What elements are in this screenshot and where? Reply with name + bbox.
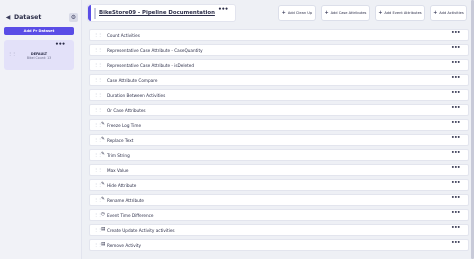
step-row[interactable]: ⋮⋮ ✎ Trim String ••• — [89, 149, 469, 161]
plus-icon: + — [433, 10, 438, 16]
chart-icon: ▤ — [101, 242, 106, 247]
pipeline-steps-list: ⋮⋮ Count Activities ••• ⋮⋮ Representative C… — [89, 29, 469, 254]
add-dataset-button[interactable]: Add Pr Dataset — [4, 27, 74, 35]
step-row[interactable]: ⋮⋮ ▤ Remove Activity ••• — [89, 239, 469, 251]
add-clean-up-label: Add Clean Up — [287, 11, 313, 15]
step-menu-button[interactable]: ••• — [451, 30, 460, 36]
plus-icon: + — [378, 10, 383, 16]
dataset-sidebar: ◀ Dataset ⚙ Add Pr Dataset ⋮⋮ ••• DEFAUL… — [0, 0, 82, 259]
step-row[interactable]: ⋮⋮ ✎ Rename Attribute ••• — [89, 194, 469, 206]
step-menu-button[interactable]: ••• — [451, 240, 460, 246]
drag-handle-icon[interactable]: ⋮⋮ — [94, 47, 102, 52]
step-label: Create Update Activity activities — [107, 228, 175, 233]
step-menu-button[interactable]: ••• — [451, 150, 460, 156]
step-menu-button[interactable]: ••• — [451, 180, 460, 186]
add-activities-button[interactable]: + Add Activities — [430, 5, 467, 21]
brush-icon: ✎ — [101, 152, 105, 157]
sidebar-header: ◀ Dataset ⚙ — [4, 12, 78, 22]
step-menu-button[interactable]: ••• — [451, 75, 460, 81]
drag-handle-icon[interactable]: ⋮⋮ — [94, 77, 102, 82]
title-accent-bar — [88, 5, 91, 21]
brush-icon: ✎ — [101, 182, 105, 187]
step-menu-button[interactable]: ••• — [451, 195, 460, 201]
step-menu-button[interactable]: ••• — [451, 120, 460, 126]
plus-icon: + — [324, 10, 329, 16]
clock-icon: ◷ — [101, 212, 106, 217]
pipeline-title-box: BikeStore09 - Pipeline Documentation ••• — [87, 4, 236, 22]
step-row[interactable]: ⋮⋮ Or Case Attributes ••• — [89, 104, 469, 116]
step-menu-button[interactable]: ••• — [451, 165, 460, 171]
step-menu-button[interactable]: ••• — [451, 135, 460, 141]
step-label: Count Activities — [107, 33, 140, 38]
pipeline-menu-button[interactable]: ••• — [218, 6, 229, 13]
step-label: Rename Attribute — [107, 198, 144, 203]
step-label: Duration Between Activities — [107, 93, 166, 98]
step-row[interactable]: ⋮⋮ ✎ Hide Attribute ••• — [89, 179, 469, 191]
step-row[interactable]: ⋮⋮ ✎ Replace Text ••• — [89, 134, 469, 146]
step-label: Event Time Difference — [107, 213, 154, 218]
add-case-attributes-button[interactable]: + Add Case Attributes — [321, 5, 370, 21]
step-label: Representative Case Attribute - isDelete… — [107, 63, 194, 68]
step-row[interactable]: ⋮⋮ ✎ Freeze Log Time ••• — [89, 119, 469, 131]
step-menu-button[interactable]: ••• — [451, 210, 460, 216]
add-clean-up-button[interactable]: + Add Clean Up — [278, 5, 316, 21]
step-menu-button[interactable]: ••• — [451, 60, 460, 66]
brush-icon: ✎ — [101, 197, 105, 202]
chart-icon: ▤ — [101, 227, 106, 232]
add-event-attributes-label: Add Event Attributes — [384, 11, 422, 15]
add-case-attributes-label: Add Case Attributes — [330, 11, 367, 15]
brush-icon: ✎ — [101, 137, 105, 142]
step-row[interactable]: ⋮⋮ Representative Case Attribute - CaseQu… — [89, 44, 469, 56]
step-row[interactable]: ⋮⋮ Case Attribute Compare ••• — [89, 74, 469, 86]
step-menu-button[interactable]: ••• — [451, 45, 460, 51]
step-label: Or Case Attributes — [107, 108, 146, 113]
step-menu-button[interactable]: ••• — [451, 225, 460, 231]
dataset-subtitle: Bikei Count: 13 — [26, 56, 52, 60]
drag-handle-icon[interactable]: ⋮⋮ — [94, 107, 102, 112]
step-row[interactable]: ⋮⋮ Max Value ••• — [89, 164, 469, 176]
step-row[interactable]: ⋮⋮ Count Activities ••• — [89, 29, 469, 41]
step-label: Hide Attribute — [107, 183, 137, 188]
drag-handle-icon[interactable]: ⋮⋮ — [94, 62, 102, 67]
step-row[interactable]: ⋮⋮ Representative Case Attribute - isDele… — [89, 59, 469, 71]
pipeline-title-link[interactable]: BikeStore09 - Pipeline Documentation — [99, 10, 215, 16]
step-menu-button[interactable]: ••• — [451, 105, 460, 111]
brush-icon: ✎ — [101, 122, 105, 127]
step-label: Freeze Log Time — [107, 123, 142, 128]
step-label: Max Value — [107, 168, 129, 173]
step-label: Representative Case Attribute - CaseQuan… — [107, 48, 203, 53]
document-icon — [94, 8, 96, 19]
dataset-card[interactable]: ⋮⋮ ••• DEFAULT Bikei Count: 13 — [4, 40, 74, 70]
step-label: Trim String — [107, 153, 130, 158]
step-label: Remove Activity — [107, 243, 141, 248]
step-label: Replace Text — [107, 138, 134, 143]
step-row[interactable]: ⋮⋮ Duration Between Activities ••• — [89, 89, 469, 101]
add-activities-label: Add Activities — [439, 11, 464, 15]
arrow-left-icon[interactable]: ◀ — [4, 13, 12, 21]
step-menu-button[interactable]: ••• — [451, 90, 460, 96]
drag-handle-icon[interactable]: ⋮⋮ — [94, 92, 102, 97]
add-event-attributes-button[interactable]: + Add Event Attributes — [375, 5, 425, 21]
step-label: Case Attribute Compare — [107, 78, 158, 83]
plus-icon: + — [281, 10, 286, 16]
sidebar-title: Dataset — [14, 13, 42, 21]
dataset-menu-button[interactable]: ••• — [55, 41, 66, 48]
gear-icon[interactable]: ⚙ — [69, 12, 78, 22]
step-row[interactable]: ⋮⋮ ▤ Create Update Activity activities ••• — [89, 224, 469, 236]
drag-handle-icon[interactable]: ⋮⋮ — [94, 32, 102, 37]
step-row[interactable]: ⋮⋮ ◷ Event Time Difference ••• — [89, 209, 469, 221]
drag-handle-icon[interactable]: ⋮⋮ — [94, 167, 102, 172]
